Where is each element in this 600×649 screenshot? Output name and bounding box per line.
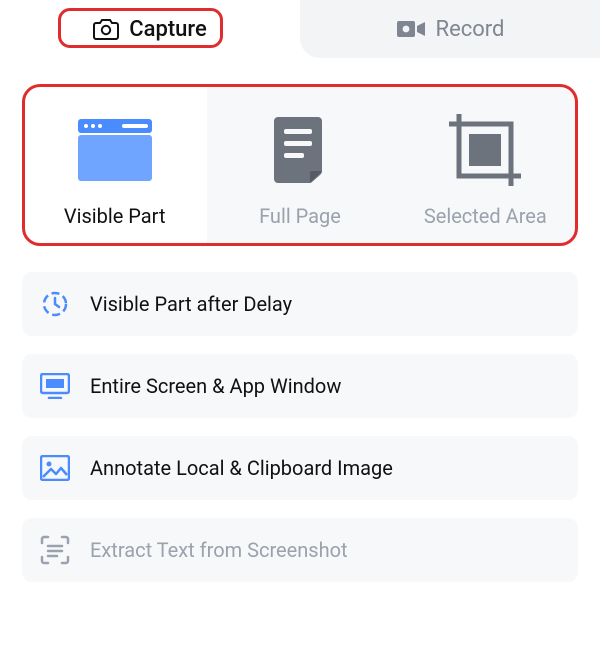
crop-icon: [449, 114, 521, 186]
tab-capture-label: Capture: [129, 17, 207, 42]
option-delay-label: Visible Part after Delay: [90, 292, 292, 316]
option-annotate[interactable]: Annotate Local & Clipboard Image: [22, 436, 578, 500]
option-visible-part-delay[interactable]: Visible Part after Delay: [22, 272, 578, 336]
option-annotate-label: Annotate Local & Clipboard Image: [90, 456, 393, 480]
capture-modes-group: Visible Part Full Page: [22, 84, 578, 246]
full-page-icon: [274, 117, 326, 183]
tab-record-label: Record: [436, 17, 505, 42]
video-icon: [396, 19, 426, 39]
option-extract-text[interactable]: Extract Text from Screenshot: [22, 518, 578, 582]
tab-capture[interactable]: Capture: [0, 0, 300, 58]
browser-window-icon: [78, 119, 152, 181]
option-entire-screen-label: Entire Screen & App Window: [90, 374, 341, 398]
mode-visible-part[interactable]: Visible Part: [22, 84, 207, 246]
mode-full-page-label: Full Page: [259, 204, 341, 228]
option-extract-text-label: Extract Text from Screenshot: [90, 538, 348, 562]
tabs: Capture Record: [0, 0, 600, 58]
camera-icon: [93, 18, 119, 40]
ocr-icon: [40, 535, 70, 565]
image-icon: [40, 455, 70, 481]
mode-full-page[interactable]: Full Page: [207, 84, 392, 246]
tab-record[interactable]: Record: [300, 0, 600, 58]
delay-timer-icon: [41, 290, 69, 318]
monitor-icon: [40, 373, 70, 399]
mode-visible-part-label: Visible Part: [64, 204, 166, 228]
option-entire-screen[interactable]: Entire Screen & App Window: [22, 354, 578, 418]
mode-selected-area-label: Selected Area: [424, 204, 547, 228]
mode-selected-area[interactable]: Selected Area: [393, 84, 578, 246]
option-list: Visible Part after Delay Entire Screen &…: [22, 272, 578, 582]
